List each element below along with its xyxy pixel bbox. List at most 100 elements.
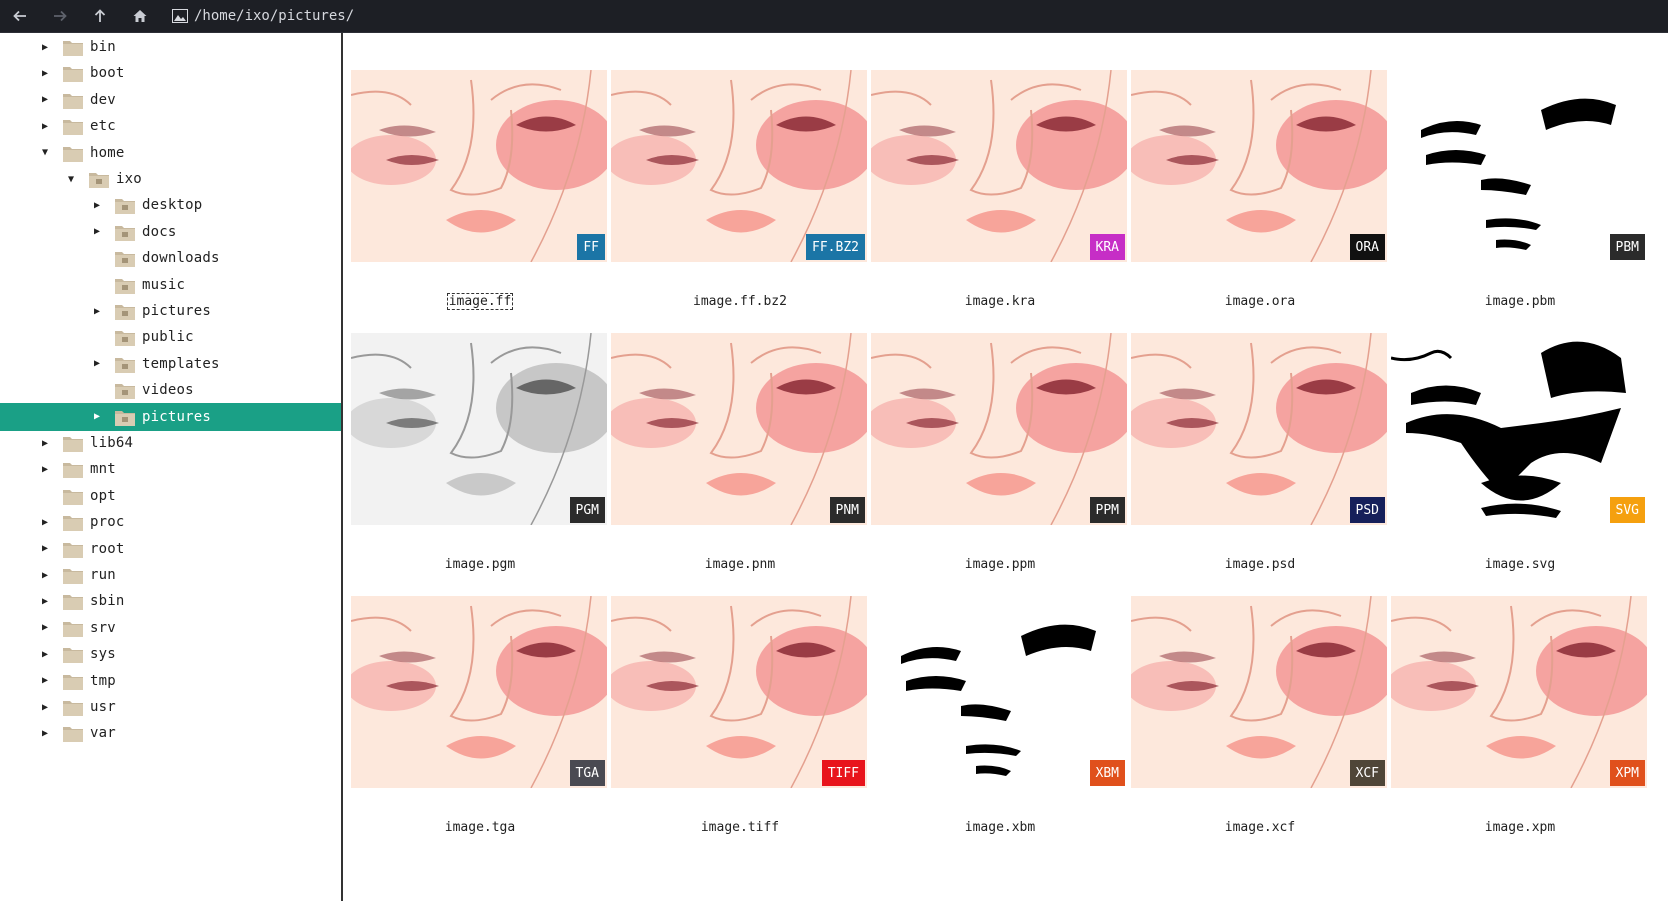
tree-item-label: music: [142, 276, 186, 293]
file-type-badge: TGA: [569, 760, 605, 786]
expand-arrow-icon[interactable]: ▶: [38, 429, 52, 457]
expand-arrow-icon[interactable]: ▶: [38, 535, 52, 563]
file-type-badge: PBM: [1609, 234, 1645, 260]
file-tile[interactable]: KRA image.kra: [871, 70, 1129, 330]
tree-item-pictures[interactable]: ▶ pictures: [0, 297, 341, 325]
thumbnail: TGA: [351, 596, 607, 788]
tree-item-srv[interactable]: ▶ srv: [0, 614, 341, 642]
tree-item-tmp[interactable]: ▶ tmp: [0, 667, 341, 695]
file-tile[interactable]: PGM image.pgm: [351, 333, 609, 593]
thumbnail: XPM: [1391, 596, 1647, 788]
folder-icon: [63, 674, 83, 690]
tree-item-var[interactable]: ▶ var: [0, 719, 341, 747]
expand-arrow-icon[interactable]: ▶: [38, 112, 52, 140]
tree-item-pictures[interactable]: ▶ pictures: [0, 402, 341, 431]
file-tile[interactable]: XPM image.xpm: [1391, 596, 1649, 856]
tree-item-dev[interactable]: ▶ dev: [0, 86, 341, 114]
tree-item-sbin[interactable]: ▶ sbin: [0, 587, 341, 615]
tree-item-label: ixo: [116, 171, 142, 187]
file-tile[interactable]: FF.BZ2 image.ff.bz2: [611, 70, 869, 330]
tree-item-home[interactable]: ▼ home: [0, 139, 341, 167]
thumbnail: PNM: [611, 333, 867, 525]
folder-icon: [63, 463, 83, 479]
thumbnail: SVG: [1391, 333, 1647, 525]
file-name: image.pbm: [1391, 294, 1649, 309]
expand-arrow-icon[interactable]: ▶: [38, 86, 52, 114]
tree-item-run[interactable]: ▶ run: [0, 561, 341, 589]
file-type-badge: XPM: [1609, 760, 1645, 786]
tree-item-label: pictures: [142, 408, 212, 425]
expand-arrow-icon[interactable]: ▶: [38, 33, 52, 61]
toolbar: /home/ixo/pictures/: [0, 0, 1668, 33]
expand-arrow-icon[interactable]: ▶: [38, 614, 52, 642]
file-tile[interactable]: XCF image.xcf: [1131, 596, 1389, 856]
file-type-badge: PSD: [1349, 497, 1385, 523]
expand-arrow-icon[interactable]: ▶: [90, 191, 104, 219]
tree-item-docs[interactable]: ▶ docs: [0, 218, 341, 246]
expand-arrow-icon[interactable]: ▶: [38, 508, 52, 536]
expand-arrow-icon[interactable]: ▶: [38, 719, 52, 747]
up-button[interactable]: [80, 0, 120, 33]
tree-item-ixo[interactable]: ▼ ixo: [0, 165, 341, 193]
tree-item-bin[interactable]: ▶ bin: [0, 33, 341, 61]
expand-arrow-icon[interactable]: ▶: [90, 297, 104, 325]
back-button[interactable]: [0, 0, 40, 33]
tree-item-label: sbin: [90, 593, 125, 610]
expand-arrow-icon[interactable]: ▶: [90, 350, 104, 378]
file-name-label: image.kra: [964, 294, 1036, 309]
expand-arrow-icon[interactable]: ▶: [38, 693, 52, 721]
tree-item-label: downloads: [142, 250, 220, 267]
file-name: image.ff: [351, 293, 609, 310]
file-name-label: image.pgm: [444, 557, 516, 572]
file-type-badge: XBM: [1089, 760, 1125, 786]
expand-arrow-icon[interactable]: ▶: [90, 218, 104, 246]
expand-arrow-icon[interactable]: ▶: [38, 640, 52, 668]
tree-item-templates[interactable]: ▶ templates: [0, 350, 341, 378]
tree-item-lib64[interactable]: ▶ lib64: [0, 429, 341, 457]
file-name: image.ff.bz2: [611, 294, 869, 309]
file-tile[interactable]: SVG image.svg: [1391, 333, 1649, 593]
tree-item-proc[interactable]: ▶ proc: [0, 508, 341, 536]
tree-item-usr[interactable]: ▶ usr: [0, 693, 341, 721]
file-grid[interactable]: FF image.ff FF.BZ2 image.ff.bz2 KRA image.kra…: [343, 33, 1668, 901]
collapse-arrow-icon[interactable]: ▼: [38, 139, 52, 167]
tree-item-label: pictures: [142, 303, 212, 319]
file-tile[interactable]: TIFF image.tiff: [611, 596, 869, 856]
file-tile[interactable]: ORA image.ora: [1131, 70, 1389, 330]
file-tile[interactable]: TGA image.tga: [351, 596, 609, 856]
collapse-arrow-icon[interactable]: ▼: [64, 165, 78, 193]
tree-item-label: root: [90, 540, 125, 557]
expand-arrow-icon[interactable]: ▶: [38, 59, 52, 87]
arrow-right-icon: [54, 10, 67, 22]
expand-arrow-icon[interactable]: ▶: [38, 561, 52, 589]
tree-item-music[interactable]: music: [0, 271, 341, 299]
tree-item-boot[interactable]: ▶ boot: [0, 59, 341, 87]
expand-arrow-icon[interactable]: ▶: [90, 403, 104, 431]
file-tile[interactable]: PNM image.pnm: [611, 333, 869, 593]
file-tile[interactable]: PPM image.ppm: [871, 333, 1129, 593]
home-button[interactable]: [120, 0, 160, 33]
location-path[interactable]: /home/ixo/pictures/: [194, 8, 354, 24]
tree-item-etc[interactable]: ▶ etc: [0, 112, 341, 140]
tree-item-sys[interactable]: ▶ sys: [0, 640, 341, 668]
tree-item-root[interactable]: ▶ root: [0, 535, 341, 563]
tree-item-mnt[interactable]: ▶ mnt: [0, 455, 341, 483]
expand-arrow-icon[interactable]: ▶: [38, 455, 52, 483]
tree-item-downloads[interactable]: downloads: [0, 244, 341, 272]
file-tile[interactable]: FF image.ff: [351, 70, 609, 330]
tree-item-opt[interactable]: opt: [0, 482, 341, 510]
tree-item-desktop[interactable]: ▶ desktop: [0, 191, 341, 219]
file-tile[interactable]: XBM image.xbm: [871, 596, 1129, 856]
expand-arrow-icon[interactable]: ▶: [38, 587, 52, 615]
file-name: image.xcf: [1131, 820, 1389, 835]
tree-item-public[interactable]: public: [0, 323, 341, 351]
file-name-label: image.pbm: [1484, 294, 1556, 309]
expand-arrow-icon[interactable]: ▶: [38, 667, 52, 695]
directory-tree[interactable]: ▶ bin ▶ boot ▶ dev ▶ etc ▼ home ▼ ixo ▶ desktop ▶ docs d…: [0, 33, 343, 901]
folder-downloads-icon: [115, 252, 135, 268]
file-tile[interactable]: PBM image.pbm: [1391, 70, 1649, 330]
folder-icon: [63, 516, 83, 532]
forward-button[interactable]: [40, 0, 80, 33]
tree-item-videos[interactable]: videos: [0, 376, 341, 404]
file-tile[interactable]: PSD image.psd: [1131, 333, 1389, 593]
